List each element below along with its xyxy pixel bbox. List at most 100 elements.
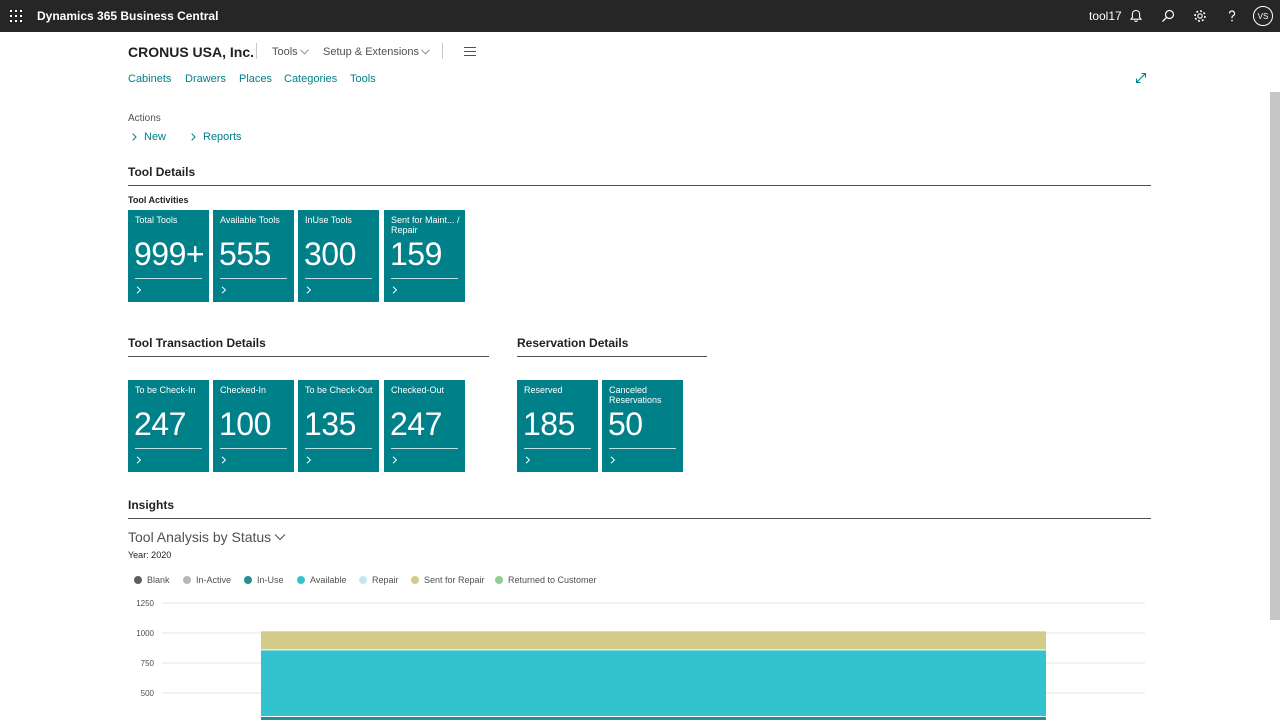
tile-divider — [220, 448, 287, 449]
action-reports[interactable]: Reports — [191, 131, 242, 143]
tile-divider — [305, 278, 372, 279]
legend-item-repair[interactable]: Repair — [359, 575, 399, 585]
reservation-details-title: Reservation Details — [517, 336, 629, 350]
tile-value: 185 — [523, 406, 575, 442]
tile-value: 555 — [219, 236, 271, 272]
legend-swatch — [134, 576, 142, 584]
tile-divider — [135, 278, 202, 279]
legend-swatch — [411, 576, 419, 584]
company-code[interactable]: tool17 — [1089, 9, 1122, 23]
tile-canceled-reservations[interactable]: Canceled Reservations 50 — [602, 380, 683, 472]
legend-label: In-Active — [196, 575, 232, 585]
hamburger-menu-icon[interactable] — [464, 47, 476, 56]
tile-divider — [391, 448, 458, 449]
section-divider — [517, 356, 707, 357]
tile-sent-for-repair[interactable]: Sent for Maint... / Repair 159 — [384, 210, 465, 302]
tile-to-be-check-out[interactable]: To be Check-Out 135 — [298, 380, 379, 472]
tile-label: Canceled Reservations — [609, 385, 662, 405]
tool-activities-title: Tool Activities — [128, 195, 189, 205]
legend-label: In-Use — [257, 575, 284, 585]
tile-label: Available Tools — [220, 215, 280, 225]
tile-label: InUse Tools — [305, 215, 352, 225]
legend-item-in-use[interactable]: In-Use — [244, 575, 284, 585]
tile-available-tools[interactable]: Available Tools 555 — [213, 210, 294, 302]
action-new[interactable]: New — [132, 131, 166, 143]
tile-label: Checked-In — [220, 385, 267, 395]
tile-value: 999+ — [134, 236, 205, 272]
action-reports-label: Reports — [203, 131, 242, 143]
tile-reserved[interactable]: Reserved 185 — [517, 380, 598, 472]
scrollbar[interactable] — [1270, 92, 1280, 620]
tile-label: Checked-Out — [391, 385, 445, 395]
tile-label: Sent for Maint... / Repair — [391, 215, 460, 235]
waffle-icon[interactable] — [10, 10, 22, 22]
legend-item-available[interactable]: Available — [297, 575, 346, 585]
bell-icon[interactable] — [1128, 8, 1144, 24]
expand-icon[interactable] — [1135, 72, 1147, 84]
legend-item-sent-for-repair[interactable]: Sent for Repair — [411, 575, 485, 585]
action-new-label: New — [144, 131, 167, 143]
nav-link-places[interactable]: Places — [239, 73, 272, 85]
avatar[interactable]: VS — [1253, 6, 1273, 26]
chevron-right-icon — [610, 456, 616, 464]
legend-swatch — [495, 576, 503, 584]
legend-label: Available — [310, 575, 347, 585]
tools-menu[interactable]: Tools — [272, 46, 309, 58]
setup-extensions-menu[interactable]: Setup & Extensions — [323, 46, 430, 58]
legend-label: Returned to Customer — [508, 575, 597, 585]
chevron-down-icon — [421, 49, 430, 55]
chevron-right-icon — [136, 286, 142, 294]
section-divider — [128, 356, 489, 357]
tile-value: 50 — [608, 406, 643, 442]
bar-segment-sent-for-repair[interactable] — [261, 631, 1046, 650]
tile-value: 135 — [304, 406, 356, 442]
tile-inuse-tools[interactable]: InUse Tools 300 — [298, 210, 379, 302]
search-icon[interactable] — [1160, 8, 1176, 24]
legend-item-blank[interactable]: Blank — [134, 575, 170, 585]
company-name[interactable]: CRONUS USA, Inc. — [128, 44, 254, 60]
tile-checked-out[interactable]: Checked-Out 247 — [384, 380, 465, 472]
tool-details-title: Tool Details — [128, 165, 196, 179]
nav-link-drawers[interactable]: Drawers — [185, 73, 226, 85]
divider — [256, 43, 257, 59]
chevron-right-icon — [392, 456, 398, 464]
tile-label: To be Check-In — [135, 385, 196, 395]
legend-swatch — [359, 576, 367, 584]
y-tick-label: 1000 — [136, 629, 154, 638]
legend-label: Sent for Repair — [424, 575, 485, 585]
app-title[interactable]: Dynamics 365 Business Central — [37, 9, 218, 23]
legend-item-returned-to-customer[interactable]: Returned to Customer — [495, 575, 597, 585]
legend-swatch — [297, 576, 305, 584]
nav-link-categories[interactable]: Categories — [284, 73, 337, 85]
tile-label: To be Check-Out — [305, 385, 373, 395]
y-tick-label: 1250 — [136, 599, 154, 608]
bar-segment-available[interactable] — [261, 650, 1046, 716]
legend-item-in-active[interactable]: In-Active — [183, 575, 231, 585]
nav-link-tools[interactable]: Tools — [350, 73, 376, 85]
chart-title-dropdown[interactable]: Tool Analysis by Status — [128, 529, 286, 545]
tile-divider — [391, 278, 458, 279]
y-tick-label: 750 — [141, 659, 155, 668]
chevron-right-icon — [221, 286, 227, 294]
chevron-right-icon — [136, 456, 142, 464]
legend-label: Repair — [372, 575, 399, 585]
gear-icon[interactable] — [1192, 8, 1208, 24]
tile-label: Reserved — [524, 385, 563, 395]
chevron-down-icon — [274, 534, 286, 541]
chart-subtitle: Year: 2020 — [128, 550, 172, 560]
chevron-right-icon — [191, 133, 196, 141]
tile-value: 159 — [390, 236, 442, 272]
transaction-details-title: Tool Transaction Details — [128, 336, 266, 350]
setup-extensions-label: Setup & Extensions — [323, 46, 420, 58]
tile-divider — [524, 448, 591, 449]
tile-value: 247 — [134, 406, 186, 442]
chevron-right-icon — [306, 286, 312, 294]
help-icon[interactable] — [1224, 8, 1240, 24]
tile-to-be-check-in[interactable]: To be Check-In 247 — [128, 380, 209, 472]
chart-plot: 1250 1000 750 500 — [136, 599, 1145, 720]
tile-total-tools[interactable]: Total Tools 999+ — [128, 210, 209, 302]
nav-link-cabinets[interactable]: Cabinets — [128, 73, 171, 85]
divider — [442, 43, 443, 59]
tile-checked-in[interactable]: Checked-In 100 — [213, 380, 294, 472]
chevron-down-icon — [299, 49, 309, 55]
